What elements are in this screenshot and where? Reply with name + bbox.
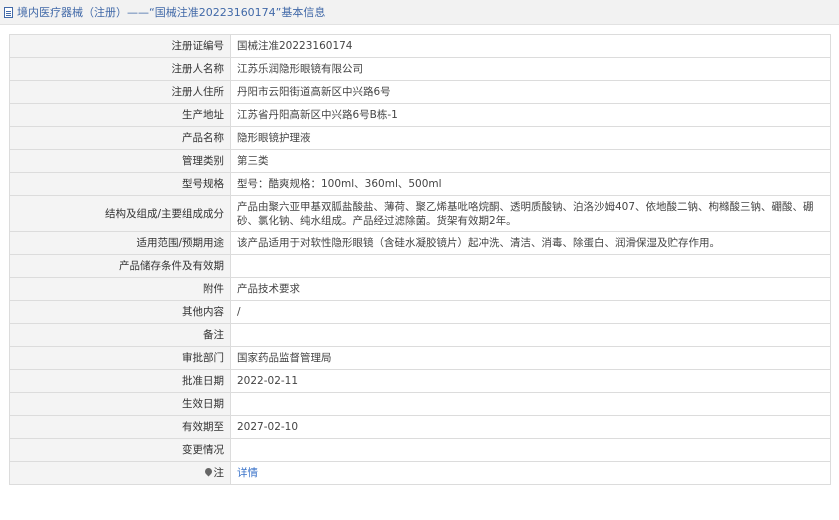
row-label: 变更情况	[9, 438, 231, 462]
row-value: 国家药品监督管理局	[230, 346, 831, 370]
row-value: 详情	[230, 461, 831, 485]
row-label: 产品名称	[9, 126, 231, 150]
table-row: 审批部门 国家药品监督管理局	[9, 346, 831, 370]
table-row: 注册证编号 国械注准20223160174	[9, 34, 831, 58]
row-label: 产品储存条件及有效期	[9, 254, 231, 278]
row-label: 注	[213, 467, 225, 479]
row-label: 批准日期	[9, 369, 231, 393]
row-value	[230, 254, 831, 278]
row-label: 备注	[9, 323, 231, 347]
details-link[interactable]: 详情	[237, 467, 258, 479]
table-row: 批准日期 2022-02-11	[9, 369, 831, 393]
row-value: 丹阳市云阳街道高新区中兴路6号	[230, 80, 831, 104]
pin-icon	[203, 466, 213, 477]
table-row: 变更情况	[9, 438, 831, 462]
table-row: 产品储存条件及有效期	[9, 254, 831, 278]
table-row: 注 详情	[9, 461, 831, 485]
row-value: /	[230, 300, 831, 324]
table-row: 管理类别 第三类	[9, 149, 831, 173]
device-info-table: 注册证编号 国械注准20223160174 注册人名称 江苏乐润隐形眼镜有限公司…	[9, 34, 831, 485]
row-label: 附件	[9, 277, 231, 301]
row-value: 江苏省丹阳高新区中兴路6号B栋-1	[230, 103, 831, 127]
table-row: 型号规格 型号：酷爽规格：100ml、360ml、500ml	[9, 172, 831, 196]
table-row: 适用范围/预期用途 该产品适用于对软性隐形眼镜（含硅水凝胶镜片）起冲洗、清洁、消…	[9, 231, 831, 255]
row-label: 有效期至	[9, 415, 231, 439]
page-title: 境内医疗器械（注册）——“国械注准20223160174”基本信息	[17, 6, 326, 19]
table-row: 备注	[9, 323, 831, 347]
table-row: 注册人名称 江苏乐润隐形眼镜有限公司	[9, 57, 831, 81]
table-row: 注册人住所 丹阳市云阳街道高新区中兴路6号	[9, 80, 831, 104]
table-row: 结构及组成/主要组成成分 产品由聚六亚甲基双胍盐酸盐、薄荷、聚乙烯基吡咯烷酮、透…	[9, 195, 831, 232]
row-value: 产品由聚六亚甲基双胍盐酸盐、薄荷、聚乙烯基吡咯烷酮、透明质酸钠、泊洛沙姆407、…	[230, 195, 831, 232]
table-row: 生产地址 江苏省丹阳高新区中兴路6号B栋-1	[9, 103, 831, 127]
row-value: 2027-02-10	[230, 415, 831, 439]
row-label: 生产地址	[9, 103, 231, 127]
row-value: 产品技术要求	[230, 277, 831, 301]
table-row: 生效日期	[9, 392, 831, 416]
table-row: 有效期至 2027-02-10	[9, 415, 831, 439]
row-value: 第三类	[230, 149, 831, 173]
page-header: 境内医疗器械（注册）——“国械注准20223160174”基本信息	[0, 0, 839, 25]
row-label: 结构及组成/主要组成成分	[9, 195, 231, 232]
row-value: 国械注准20223160174	[230, 34, 831, 58]
row-value: 2022-02-11	[230, 369, 831, 393]
document-icon	[4, 6, 13, 18]
row-label: 注册证编号	[9, 34, 231, 58]
row-label: 其他内容	[9, 300, 231, 324]
row-value: 江苏乐润隐形眼镜有限公司	[230, 57, 831, 81]
row-label: 注册人住所	[9, 80, 231, 104]
row-value: 该产品适用于对软性隐形眼镜（含硅水凝胶镜片）起冲洗、清洁、消毒、除蛋白、润滑保湿…	[230, 231, 831, 255]
row-label: 适用范围/预期用途	[9, 231, 231, 255]
row-value: 隐形眼镜护理液	[230, 126, 831, 150]
note-label: 注	[9, 461, 231, 485]
row-value	[230, 323, 831, 347]
row-label: 管理类别	[9, 149, 231, 173]
table-row: 附件 产品技术要求	[9, 277, 831, 301]
row-value	[230, 392, 831, 416]
info-table-container: 注册证编号 国械注准20223160174 注册人名称 江苏乐润隐形眼镜有限公司…	[9, 34, 831, 485]
row-label: 审批部门	[9, 346, 231, 370]
table-row: 其他内容 /	[9, 300, 831, 324]
row-value: 型号：酷爽规格：100ml、360ml、500ml	[230, 172, 831, 196]
row-label: 注册人名称	[9, 57, 231, 81]
row-label: 型号规格	[9, 172, 231, 196]
row-label: 生效日期	[9, 392, 231, 416]
row-value	[230, 438, 831, 462]
table-row: 产品名称 隐形眼镜护理液	[9, 126, 831, 150]
